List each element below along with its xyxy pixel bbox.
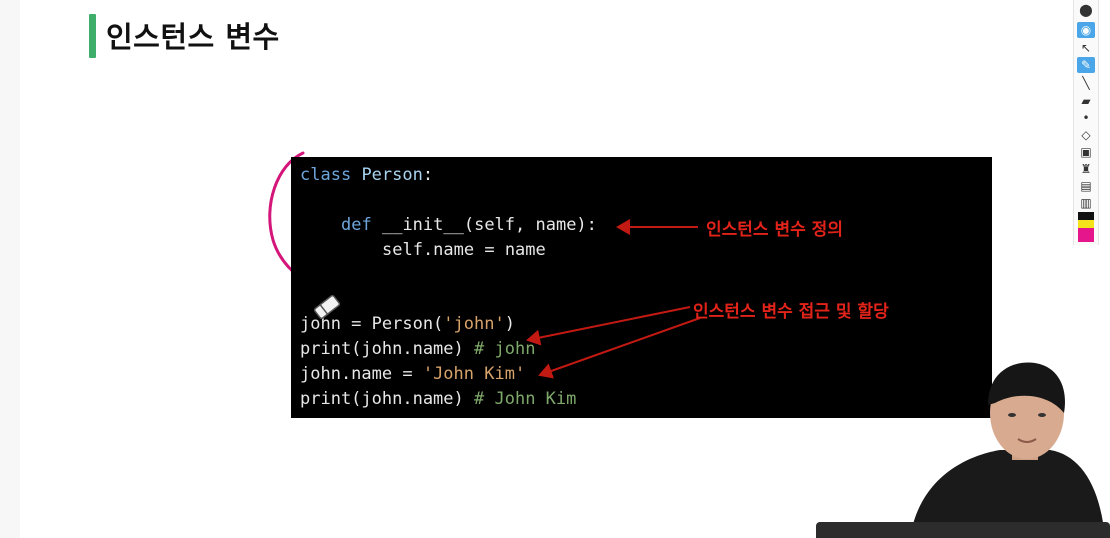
arrow-access-2 [538, 317, 701, 379]
color-palette-icon[interactable] [1078, 212, 1094, 242]
stamp-icon[interactable]: ♜ [1077, 161, 1095, 177]
eye-icon[interactable]: ◉ [1077, 22, 1095, 38]
annotation-define: 인스턴스 변수 정의 [706, 220, 843, 240]
eraser-icon[interactable]: ◇ [1077, 127, 1095, 143]
logo-icon[interactable]: ⬤ [1077, 2, 1095, 18]
arrow-access-1 [526, 306, 691, 346]
drawing-toolbar: ⬤ ◉ ↖ ✎ ╲ ▰ • ◇ ▣ ♜ ▤ ▥ [1073, 0, 1099, 245]
screenshot-icon[interactable]: ▤ [1077, 178, 1095, 194]
pen-icon[interactable]: ✎ [1077, 57, 1095, 73]
highlighter-icon[interactable]: ▰ [1077, 93, 1095, 109]
desk-edge [816, 522, 1110, 538]
presenter-figure [910, 362, 1105, 538]
cursor-icon[interactable]: ↖ [1077, 40, 1095, 56]
line-icon[interactable]: ╲ [1077, 75, 1095, 91]
clipboard-icon[interactable]: ▥ [1077, 195, 1095, 211]
annotation-access: 인스턴스 변수 접근 및 할당 [693, 302, 889, 322]
trash-icon[interactable]: ▣ [1077, 144, 1095, 160]
dot-icon[interactable]: • [1077, 110, 1095, 126]
